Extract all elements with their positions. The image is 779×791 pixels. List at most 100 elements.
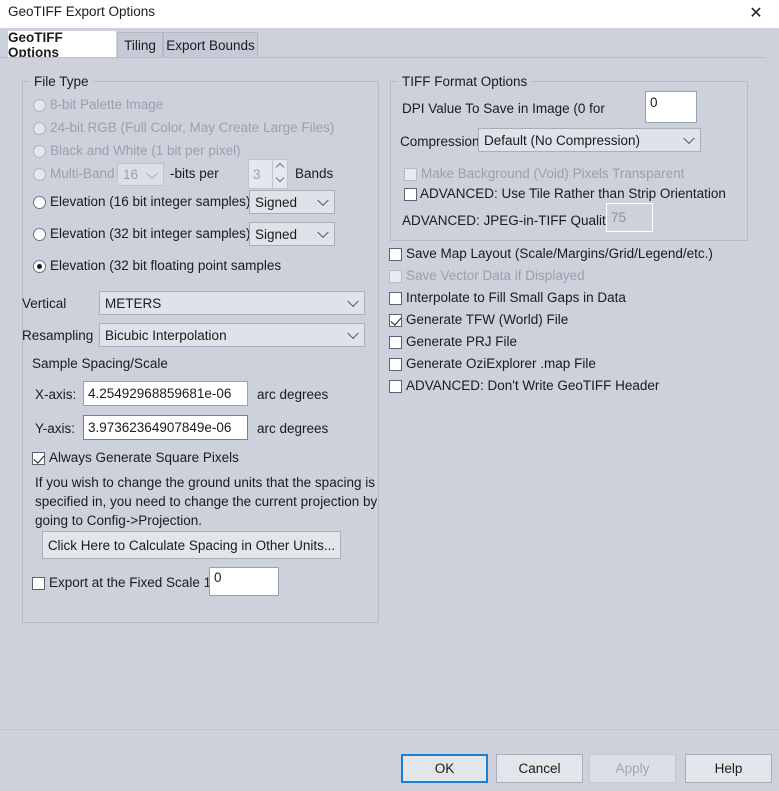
stepper-up-icon[interactable] — [273, 160, 287, 174]
multiband-bits-combo[interactable]: 16 — [117, 163, 164, 186]
elev32-sign-value: Signed — [255, 227, 297, 242]
radio-24bit-rgb[interactable] — [33, 122, 46, 135]
apply-button: Apply — [589, 754, 676, 783]
generate-tfw-checkbox[interactable] — [389, 314, 402, 327]
bands-label: Bands — [295, 166, 333, 181]
vertical-label: Vertical — [22, 296, 66, 311]
calculate-spacing-button-label: Click Here to Calculate Spacing in Other… — [48, 538, 335, 553]
fixed-scale-value: 0 — [214, 570, 222, 585]
interpolate-gaps-label: Interpolate to Fill Small Gaps in Data — [406, 290, 626, 305]
ok-button-label: OK — [435, 761, 455, 776]
x-axis-label: X-axis: — [35, 387, 76, 402]
tab-export-bounds[interactable]: Export Bounds — [163, 32, 258, 58]
ok-button[interactable]: OK — [401, 754, 488, 783]
transparent-background-checkbox[interactable] — [404, 168, 417, 181]
chevron-down-icon — [317, 227, 328, 238]
x-axis-input[interactable]: 4.25492968859681e-06 — [83, 381, 248, 406]
tile-orientation-checkbox[interactable] — [404, 188, 417, 201]
elev16-sign-combo[interactable]: Signed — [249, 190, 335, 214]
chevron-down-icon — [317, 195, 328, 206]
resampling-label: Resampling — [22, 328, 93, 343]
vertical-units-combo[interactable]: METERS — [99, 291, 365, 315]
dpi-value: 0 — [650, 95, 658, 110]
generate-prj-label: Generate PRJ File — [406, 334, 517, 349]
dpi-input[interactable]: 0 — [645, 91, 697, 123]
compression-label: Compression — [400, 134, 480, 149]
cancel-button-label: Cancel — [518, 761, 560, 776]
window-title: GeoTIFF Export Options — [8, 4, 155, 19]
y-axis-value: 3.97362364907849e-06 — [88, 420, 231, 435]
radio-multi-band[interactable] — [33, 168, 46, 181]
tab-label: Tiling — [124, 38, 156, 53]
x-axis-units: arc degrees — [257, 387, 328, 402]
radio-elevation-32bit-int[interactable] — [33, 228, 46, 241]
file-type-group-title: File Type — [30, 74, 93, 89]
bands-value: 3 — [253, 167, 261, 182]
tab-geotiff-options[interactable]: GeoTIFF Options — [7, 30, 117, 59]
chevron-down-icon — [683, 133, 694, 144]
bands-stepper-buttons[interactable] — [273, 159, 288, 189]
always-square-pixels-label: Always Generate Square Pixels — [49, 450, 239, 465]
calculate-spacing-button[interactable]: Click Here to Calculate Spacing in Other… — [42, 531, 341, 559]
chevron-down-icon — [347, 296, 358, 307]
tiff-format-group-title: TIFF Format Options — [398, 74, 531, 89]
resampling-combo[interactable]: Bicubic Interpolation — [99, 323, 365, 347]
y-axis-input[interactable]: 3.97362364907849e-06 — [83, 415, 248, 440]
y-axis-label: Y-axis: — [35, 421, 75, 436]
help-button-label: Help — [715, 761, 743, 776]
title-bar: GeoTIFF Export Options ✕ — [0, 0, 779, 28]
no-geotiff-header-checkbox[interactable] — [389, 380, 402, 393]
bands-stepper[interactable]: 3 — [248, 159, 273, 189]
transparent-background-label: Make Background (Void) Pixels Transparen… — [421, 166, 684, 181]
stepper-down-icon[interactable] — [273, 174, 287, 188]
generate-tfw-label: Generate TFW (World) File — [406, 312, 568, 327]
chevron-down-icon — [146, 167, 157, 178]
interpolate-gaps-checkbox[interactable] — [389, 292, 402, 305]
radio-8bit-palette-label: 8-bit Palette Image — [50, 97, 163, 112]
bits-per-label: -bits per — [170, 166, 219, 181]
generate-prj-checkbox[interactable] — [389, 336, 402, 349]
x-axis-value: 4.25492968859681e-06 — [88, 386, 231, 401]
radio-black-white-label: Black and White (1 bit per pixel) — [50, 143, 241, 158]
radio-elevation-16bit-int-label: Elevation (16 bit integer samples) — [50, 194, 250, 209]
radio-multi-band-label: Multi-Band ( — [50, 166, 123, 181]
generate-ozi-map-label: Generate OziExplorer .map File — [406, 356, 596, 371]
save-map-layout-checkbox[interactable] — [389, 248, 402, 261]
help-button[interactable]: Help — [685, 754, 772, 783]
vertical-units-value: METERS — [105, 296, 161, 311]
resampling-value: Bicubic Interpolation — [105, 328, 227, 343]
spacing-help-text: If you wish to change the ground units t… — [35, 473, 380, 530]
chevron-down-icon — [347, 328, 358, 339]
fixed-scale-checkbox[interactable] — [32, 577, 45, 590]
cancel-button[interactable]: Cancel — [496, 754, 583, 783]
fixed-scale-label: Export at the Fixed Scale 1: — [49, 575, 215, 590]
elev16-sign-value: Signed — [255, 195, 297, 210]
tile-orientation-label: ADVANCED: Use Tile Rather than Strip Ori… — [420, 186, 747, 201]
apply-button-label: Apply — [616, 761, 650, 776]
radio-8bit-palette[interactable] — [33, 99, 46, 112]
radio-elevation-32bit-float-label: Elevation (32 bit floating point samples — [50, 258, 281, 273]
compression-combo[interactable]: Default (No Compression) — [478, 128, 701, 152]
jpeg-quality-input[interactable]: 75 — [606, 203, 653, 232]
radio-black-white[interactable] — [33, 145, 46, 158]
close-icon[interactable]: ✕ — [733, 0, 779, 28]
tab-tiling[interactable]: Tiling — [117, 32, 163, 58]
always-square-pixels-checkbox[interactable] — [32, 452, 45, 465]
save-vector-data-checkbox[interactable] — [389, 270, 402, 283]
jpeg-quality-value: 75 — [611, 210, 626, 225]
elev32-sign-combo[interactable]: Signed — [249, 222, 335, 246]
radio-elevation-16bit-int[interactable] — [33, 196, 46, 209]
radio-24bit-rgb-label: 24-bit RGB (Full Color, May Create Large… — [50, 120, 334, 135]
save-map-layout-label: Save Map Layout (Scale/Margins/Grid/Lege… — [406, 246, 713, 261]
tab-label: Export Bounds — [166, 38, 255, 53]
tab-strip: GeoTIFF Options Tiling Export Bounds — [0, 28, 779, 58]
fixed-scale-input[interactable]: 0 — [209, 567, 279, 596]
generate-ozi-map-checkbox[interactable] — [389, 358, 402, 371]
tab-label: GeoTIFF Options — [8, 30, 116, 60]
dialog-footer: OK Cancel Apply Help — [0, 729, 779, 791]
y-axis-units: arc degrees — [257, 421, 328, 436]
sample-spacing-group-title: Sample Spacing/Scale — [28, 356, 172, 371]
jpeg-quality-label: ADVANCED: JPEG-in-TIFF Quality — [402, 213, 613, 228]
compression-value: Default (No Compression) — [484, 133, 640, 148]
radio-elevation-32bit-float[interactable] — [33, 260, 46, 273]
